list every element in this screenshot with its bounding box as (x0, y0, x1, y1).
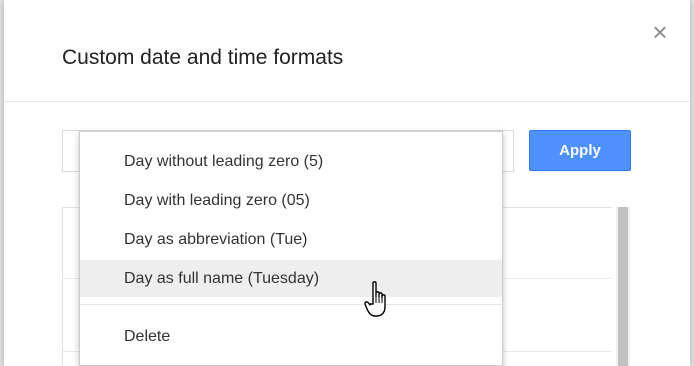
custom-date-time-formats-dialog: Custom date and time formats × Apply Day… (4, 0, 690, 366)
scrollbar-thumb[interactable] (618, 207, 628, 366)
close-icon[interactable]: × (648, 19, 672, 45)
dialog-title: Custom date and time formats (62, 46, 344, 69)
hand-pointer-icon (364, 281, 386, 317)
apply-button[interactable]: Apply (529, 130, 631, 171)
menu-item-day-no-leading-zero[interactable]: Day without leading zero (5) (80, 143, 502, 180)
menu-item-day-full-name[interactable]: Day as full name (Tuesday) (80, 260, 502, 297)
menu-separator (80, 304, 502, 305)
menu-item-delete[interactable]: Delete (80, 318, 502, 355)
list-scrollbar[interactable] (616, 207, 630, 366)
day-format-dropdown-menu: Day without leading zero (5) Day with le… (79, 131, 503, 366)
header-divider (4, 101, 690, 102)
menu-item-day-leading-zero[interactable]: Day with leading zero (05) (80, 182, 502, 219)
menu-item-day-abbreviation[interactable]: Day as abbreviation (Tue) (80, 221, 502, 258)
